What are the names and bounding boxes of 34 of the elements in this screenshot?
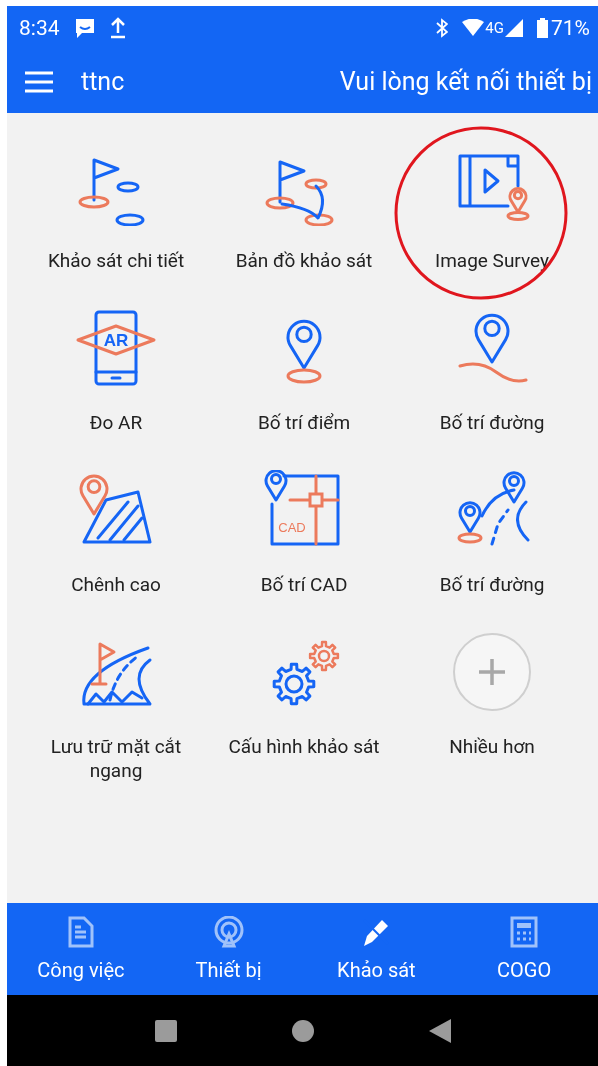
feature-label: Cấu hình khảo sát <box>228 735 380 759</box>
battery-text: 71% <box>551 16 590 40</box>
bluetooth-icon <box>436 18 449 38</box>
battery-icon <box>537 18 548 38</box>
message-icon <box>73 17 96 39</box>
feature-label: Khảo sát chi tiết <box>47 249 185 273</box>
connection-status: Vui lòng kết nối thiết bị <box>339 67 592 96</box>
feature-label: Đo AR <box>89 411 143 435</box>
feature-label: Chênh cao <box>71 573 161 597</box>
home-icon[interactable] <box>291 1019 314 1042</box>
calculator-icon <box>510 916 539 948</box>
feature-label: Bản đồ khảo sát <box>235 249 373 273</box>
back-icon[interactable] <box>428 1018 451 1043</box>
nav-tab[interactable]: Khảo sát <box>302 903 451 995</box>
menu-icon[interactable] <box>25 70 53 93</box>
upload-icon <box>109 17 126 39</box>
feature-label: Bố trí điểm <box>257 411 351 435</box>
network-text: 4G <box>485 19 504 37</box>
nav-tab[interactable]: COGO <box>450 903 598 995</box>
clock-text: 8:34 <box>19 16 60 40</box>
feature-label: Lưu trữ mặt cắt ngang <box>49 735 183 783</box>
antenna-icon <box>212 916 245 948</box>
wifi-icon <box>462 19 485 37</box>
nav-tab[interactable]: Thiết bị <box>154 903 303 995</box>
recents-icon[interactable] <box>154 1019 177 1042</box>
app-title: ttnc <box>81 67 126 96</box>
feature-label: Image Survey <box>435 249 549 273</box>
feature-label: Nhiều hơn <box>449 735 535 759</box>
plus-icon <box>477 657 507 687</box>
nav-tab[interactable]: Công việc <box>7 903 155 995</box>
feature-label: Bố trí đường <box>439 411 545 435</box>
feature-label: Bố trí CAD <box>260 573 348 597</box>
feature-label: Bố trí đường <box>439 573 545 597</box>
signal-icon <box>505 19 523 37</box>
